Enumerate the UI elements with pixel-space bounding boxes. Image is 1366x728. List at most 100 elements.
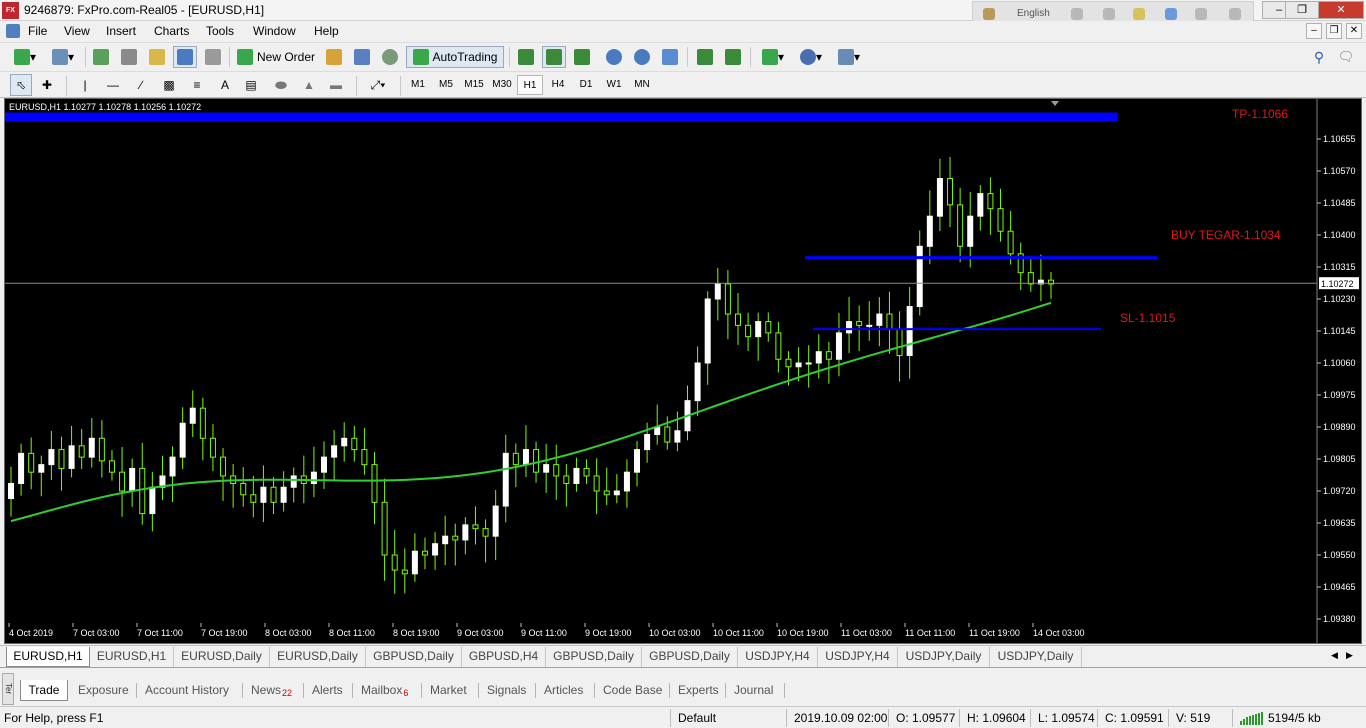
document-icon[interactable]: [6, 24, 20, 38]
rectangle-button[interactable]: ▬: [324, 74, 348, 96]
terminal-tab-experts[interactable]: Experts: [678, 680, 719, 701]
terminal-tab-signals[interactable]: Signals: [487, 680, 526, 701]
mdi-close-button[interactable]: ✕: [1346, 23, 1362, 39]
menu-view[interactable]: View: [64, 24, 90, 38]
ellipse-button[interactable]: ⬬: [268, 74, 294, 96]
timeframe-m1[interactable]: M1: [405, 75, 431, 95]
navigator-button[interactable]: [145, 46, 169, 68]
metaeditor-button[interactable]: [322, 46, 346, 68]
community-button[interactable]: [350, 46, 374, 68]
profiles-button[interactable]: ▾: [46, 46, 80, 68]
signals-button[interactable]: [378, 46, 402, 68]
signals-icon: [382, 49, 398, 65]
vertical-line-button[interactable]: |: [74, 74, 96, 96]
chart-tab[interactable]: USDJPY,Daily: [990, 647, 1082, 667]
menu-tools[interactable]: Tools: [206, 24, 234, 38]
trendline-button[interactable]: ∕: [130, 74, 152, 96]
crosshair-tool-button[interactable]: ✚: [36, 74, 58, 96]
menu-charts[interactable]: Charts: [154, 24, 189, 38]
chart-shift-button[interactable]: [721, 46, 745, 68]
terminal-tab-market[interactable]: Market: [430, 680, 467, 701]
terminal-tab-journal[interactable]: Journal: [734, 680, 773, 701]
chart-tab[interactable]: USDJPY,H4: [818, 647, 898, 667]
chart-tab[interactable]: GBPUSD,Daily: [366, 647, 462, 667]
arrows-button[interactable]: ⤢▾: [362, 74, 394, 96]
chart-tab[interactable]: GBPUSD,H4: [462, 647, 546, 667]
chat-button[interactable]: 🗨: [1334, 46, 1358, 68]
data-window-button[interactable]: [117, 46, 141, 68]
new-chart-button[interactable]: ▾: [8, 46, 42, 68]
text-label-button[interactable]: ▤: [240, 74, 262, 96]
chart-tab[interactable]: EURUSD,Daily: [270, 647, 366, 667]
strategy-tester-button[interactable]: [201, 46, 225, 68]
chart-tab[interactable]: USDJPY,Daily: [898, 647, 990, 667]
menu-file[interactable]: File: [28, 24, 47, 38]
x-tick-label: 9 Oct 11:00: [521, 628, 567, 638]
cursor-button[interactable]: ⬁: [10, 74, 32, 96]
mdi-restore-button[interactable]: ❐: [1326, 23, 1342, 39]
candle-body: [997, 208, 1004, 232]
candle-body: [654, 426, 661, 436]
zoom-out-button[interactable]: [630, 46, 654, 68]
new-order-button[interactable]: New Order: [234, 46, 318, 68]
autotrading-button[interactable]: AutoTrading: [406, 46, 504, 68]
horizontal-line-button[interactable]: —: [102, 74, 124, 96]
search-button[interactable]: ⚲: [1308, 46, 1330, 68]
restore-button[interactable]: ❐: [1285, 1, 1319, 19]
timeframe-w1[interactable]: W1: [601, 75, 627, 95]
terminal-tab-exposure[interactable]: Exposure: [78, 680, 129, 701]
browser-icon[interactable]: [1165, 8, 1177, 20]
mdi-minimize-button[interactable]: –: [1306, 23, 1322, 39]
candle-body: [179, 422, 186, 458]
chart-tab[interactable]: EURUSD,H1: [90, 647, 174, 667]
terminal-tab-trade[interactable]: Trade: [20, 680, 68, 701]
timeframe-h1[interactable]: H1: [517, 75, 543, 95]
close-button[interactable]: ✕: [1318, 1, 1364, 19]
terminal-tab-news[interactable]: News22: [251, 680, 292, 701]
menu-insert[interactable]: Insert: [106, 24, 136, 38]
tab-scroll-right-icon[interactable]: ▶: [1346, 650, 1353, 661]
timeframe-d1[interactable]: D1: [573, 75, 599, 95]
line-chart-button[interactable]: [570, 46, 594, 68]
market-watch-button[interactable]: [89, 46, 113, 68]
timeframe-m5[interactable]: M5: [433, 75, 459, 95]
tile-windows-button[interactable]: [658, 46, 682, 68]
help-circle-icon[interactable]: [1195, 8, 1207, 20]
indicators-button[interactable]: ▾: [756, 46, 790, 68]
new-chart-icon: [13, 49, 30, 65]
zoom-in-button[interactable]: [602, 46, 626, 68]
terminal-tab-alerts[interactable]: Alerts: [312, 680, 343, 701]
terminal-tab-code-base[interactable]: Code Base: [603, 680, 662, 701]
power-icon[interactable]: [1229, 8, 1241, 20]
settings-icon[interactable]: [1133, 8, 1145, 20]
chart-tab[interactable]: GBPUSD,Daily: [642, 647, 738, 667]
terminal-tab-account-history[interactable]: Account History: [145, 680, 229, 701]
bar-chart-button[interactable]: [514, 46, 538, 68]
chart-tab[interactable]: USDJPY,H4: [738, 647, 818, 667]
keyboard-icon[interactable]: [1071, 8, 1083, 20]
chart-tab[interactable]: GBPUSD,Daily: [546, 647, 642, 667]
terminal-tab-articles[interactable]: Articles: [544, 680, 583, 701]
timeframe-mn[interactable]: MN: [629, 75, 655, 95]
fibonacci-button[interactable]: ≡: [186, 74, 208, 96]
chart-canvas[interactable]: 1.10655 1.10570 1.10485 1.10400 1.10315 1.102…: [5, 99, 1361, 643]
timeframe-m15[interactable]: M15: [461, 75, 487, 95]
timeframe-h4[interactable]: H4: [545, 75, 571, 95]
timeframe-m30[interactable]: M30: [489, 75, 515, 95]
pin-icon[interactable]: [1103, 8, 1115, 20]
price-chart[interactable]: 1.10655 1.10570 1.10485 1.10400 1.10315 1.102…: [4, 98, 1362, 644]
templates-button[interactable]: ▾: [832, 46, 866, 68]
auto-scroll-button[interactable]: [693, 46, 717, 68]
periods-button[interactable]: ▾: [794, 46, 828, 68]
channel-button[interactable]: ▩: [158, 74, 180, 96]
tab-scroll-left-icon[interactable]: ◀: [1331, 650, 1338, 661]
chart-tab[interactable]: EURUSD,H1: [6, 647, 90, 667]
text-tool-button[interactable]: A: [214, 74, 236, 96]
terminal-tab-mailbox[interactable]: Mailbox6: [361, 680, 408, 701]
menu-help[interactable]: Help: [314, 24, 339, 38]
terminal-button[interactable]: [173, 46, 197, 68]
chart-tab[interactable]: EURUSD,Daily: [174, 647, 270, 667]
candlestick-button[interactable]: [542, 46, 566, 68]
triangle-button[interactable]: ▲: [298, 74, 320, 96]
menu-window[interactable]: Window: [253, 24, 296, 38]
